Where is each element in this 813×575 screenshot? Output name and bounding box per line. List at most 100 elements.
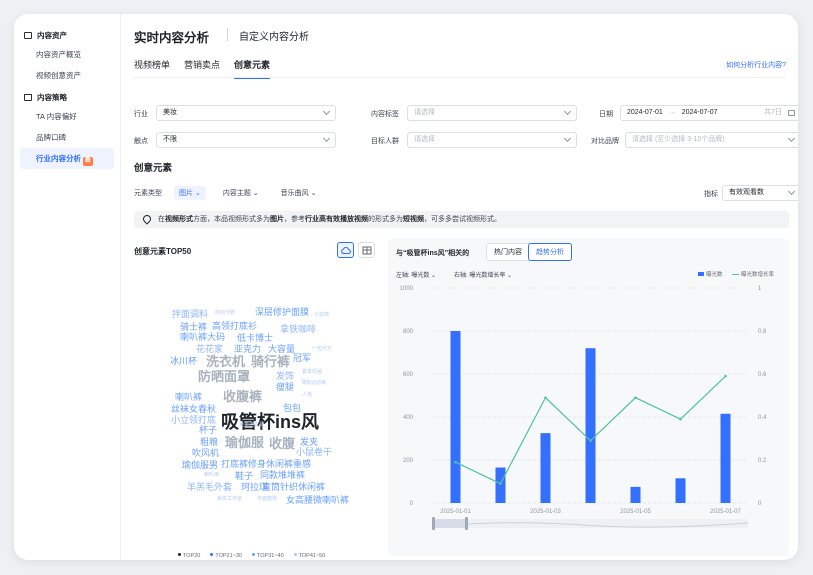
cloud-word[interactable]: 洗衣机 bbox=[206, 355, 245, 368]
target-audience-select[interactable]: 请选择 bbox=[407, 132, 577, 148]
cloud-word[interactable]: 吹风机 bbox=[192, 449, 219, 458]
zoom-handle-right[interactable] bbox=[465, 517, 468, 530]
cloud-word[interactable]: 冰川杯 bbox=[170, 357, 197, 366]
cloud-word[interactable]: 冠军 bbox=[293, 354, 311, 363]
cloud-word[interactable]: 高领打底衫 bbox=[212, 322, 257, 331]
cloud-word[interactable]: 直筒针织休闲裤 bbox=[262, 483, 325, 492]
sidebar-group-content-strategy[interactable]: 内容策略 bbox=[14, 88, 120, 106]
bar-exposure[interactable] bbox=[675, 478, 686, 503]
sidebar-item-brand-reputation[interactable]: 品牌口碑 bbox=[14, 127, 120, 148]
cloud-word[interactable]: 人像 bbox=[302, 393, 312, 398]
cloud-word[interactable]: 收腹裤 bbox=[223, 390, 262, 403]
cloud-word[interactable]: 低卡博士 bbox=[237, 334, 273, 343]
cloud-word[interactable]: 小立领打底 bbox=[171, 416, 216, 425]
x-tick-label: 2025-01-03 bbox=[530, 509, 561, 515]
cloud-word[interactable]: 防晒面罩 bbox=[198, 370, 250, 383]
cloud-word[interactable]: 大容量 bbox=[268, 345, 295, 354]
content-tag-select[interactable]: 请选择 bbox=[407, 105, 577, 121]
tab-creative-elements[interactable]: 创意元素 bbox=[234, 58, 271, 79]
cloud-word[interactable]: 拿铁咖啡 bbox=[280, 325, 316, 334]
cloud-word[interactable]: 瑜伽服 bbox=[225, 436, 264, 449]
tab-trend-analysis[interactable]: 趋势分析 bbox=[528, 243, 572, 261]
cloud-word[interactable]: 喇叭裤 bbox=[204, 473, 219, 478]
cloud-word[interactable]: 喇叭裤大码 bbox=[180, 333, 225, 342]
metric-select[interactable]: 有效观看数 bbox=[722, 185, 798, 201]
sidebar-item-industry-analysis[interactable]: 行业内容分析新 bbox=[20, 148, 114, 169]
compare-brand-select[interactable]: 请选择 (至少选择 3-10个品牌) bbox=[625, 132, 798, 148]
cloud-word[interactable]: 丝袜女春秋 bbox=[171, 405, 216, 414]
zoom-handle-left[interactable] bbox=[432, 517, 435, 530]
sidebar-group-label: 内容策略 bbox=[37, 92, 67, 102]
cloud-word[interactable]: 深层修护面膜 bbox=[255, 308, 309, 317]
trend-panel-title: 与“吸管杯ins风”相关的 bbox=[396, 250, 470, 257]
cloud-word[interactable]: 女高腰微喇叭裤 bbox=[286, 496, 349, 505]
cloud-word[interactable]: 打底裤修身休闲裤重感 bbox=[221, 460, 311, 469]
bar-exposure[interactable] bbox=[720, 413, 731, 503]
cloud-word[interactable]: 杯子 bbox=[199, 426, 217, 435]
sidebar-item-ta-preference[interactable]: TA 内容偏好 bbox=[14, 106, 120, 127]
help-link[interactable]: 如何分析行业内容? bbox=[726, 60, 786, 70]
cloud-view-button[interactable] bbox=[337, 242, 354, 258]
cloud-word[interactable]: 鞋子 bbox=[235, 472, 253, 481]
cloud-word[interactable]: 平面模特 bbox=[257, 497, 277, 502]
tab-selling-points[interactable]: 营销卖点 bbox=[184, 58, 220, 79]
element-type-option-theme[interactable]: 内容主题 ⌄ bbox=[218, 186, 264, 200]
element-type-option-music[interactable]: 音乐曲风 ⌄ bbox=[276, 186, 322, 200]
cloud-word[interactable]: 夏季连衣裙 bbox=[239, 423, 264, 428]
cloud-word[interactable]: 收腹 bbox=[269, 437, 295, 450]
cloud-word[interactable]: 拌面调料 bbox=[172, 310, 208, 319]
sidebar-group-content-assets[interactable]: 内容资产 bbox=[14, 26, 120, 44]
cloud-word[interactable]: 花花家 bbox=[196, 345, 223, 354]
notice-bold: 图片 bbox=[270, 216, 284, 223]
cloud-word[interactable]: 瘦腿 bbox=[276, 383, 294, 392]
bar-exposure[interactable] bbox=[495, 467, 506, 503]
cloud-word[interactable]: 羊羔毛外套 bbox=[187, 483, 232, 492]
y-tick-label-left: 400 bbox=[403, 415, 414, 421]
cloud-word[interactable]: 夏季短袖 bbox=[302, 370, 322, 375]
cloud-word[interactable]: 小狗窝 bbox=[314, 313, 329, 318]
cloud-word[interactable]: 瑜伽服男 bbox=[182, 461, 218, 470]
cloud-word[interactable]: 美妆工作室 bbox=[217, 497, 242, 502]
cloud-word[interactable]: 吸管杯ins风 bbox=[221, 413, 319, 431]
line-point bbox=[544, 396, 547, 399]
cloud-word[interactable]: 发饰 bbox=[276, 372, 294, 381]
cloud-word[interactable]: 电动牙刷 bbox=[215, 311, 235, 316]
sidebar-item-video-assets[interactable]: 视频创意资产 bbox=[14, 65, 120, 86]
word-cloud-legend: TOP20 TOP21~30 TOP31~40 TOP41~50 bbox=[178, 553, 325, 559]
element-type-option-image[interactable]: 图片 ⌄ bbox=[174, 186, 206, 200]
cloud-word[interactable]: 同款堆堆裤 bbox=[260, 471, 305, 480]
content-tag-placeholder: 请选择 bbox=[414, 109, 435, 116]
bar-exposure[interactable] bbox=[585, 348, 596, 503]
cloud-word[interactable]: 粗粮 bbox=[200, 438, 218, 447]
cloud-word[interactable]: 薄款运动裤 bbox=[301, 381, 326, 386]
tab-video-ranking[interactable]: 视频榜单 bbox=[134, 58, 170, 79]
cloud-word[interactable]: 骑行裤 bbox=[251, 355, 290, 368]
industry-select[interactable]: 美妆 bbox=[156, 105, 336, 121]
table-icon bbox=[362, 246, 372, 255]
page-title: 实时内容分析 bbox=[134, 31, 210, 45]
date-range-picker[interactable]: 2024-07-01 → 2024-07-07 共7日 bbox=[620, 105, 798, 121]
sidebar-item-asset-overview[interactable]: 内容资产概览 bbox=[14, 44, 120, 65]
date-span: 共7日 bbox=[764, 109, 782, 116]
touchpoint-select[interactable]: 不限 bbox=[156, 132, 336, 148]
tab-hot-content[interactable]: 热门内容 bbox=[487, 244, 529, 260]
legend-swatch bbox=[698, 272, 704, 276]
zoom-window[interactable] bbox=[433, 519, 467, 528]
date-start: 2024-07-01 bbox=[627, 109, 663, 116]
notice-text: 的形式多为 bbox=[368, 216, 403, 223]
cloud-word[interactable]: 发夹 bbox=[300, 438, 318, 447]
bar-exposure[interactable] bbox=[630, 486, 641, 503]
cloud-word[interactable]: 骑士裤 bbox=[180, 323, 207, 332]
cloud-word[interactable]: 小鼠卷干 bbox=[296, 448, 332, 457]
bar-exposure[interactable] bbox=[540, 433, 551, 503]
table-view-button[interactable] bbox=[358, 242, 375, 258]
cloud-word[interactable]: 亚克力 bbox=[234, 345, 261, 354]
custom-analysis-link[interactable]: 自定义内容分析 bbox=[239, 28, 309, 43]
y-tick-label-left: 1000 bbox=[400, 286, 414, 292]
bar-exposure[interactable] bbox=[450, 331, 461, 503]
cloud-word[interactable]: 一包可乐 bbox=[312, 347, 332, 352]
touchpoint-value: 不限 bbox=[163, 136, 177, 143]
metric-value: 有效观看数 bbox=[729, 189, 764, 196]
cloud-word[interactable]: 喇叭裤 bbox=[175, 393, 202, 402]
legend-dot bbox=[210, 553, 214, 556]
